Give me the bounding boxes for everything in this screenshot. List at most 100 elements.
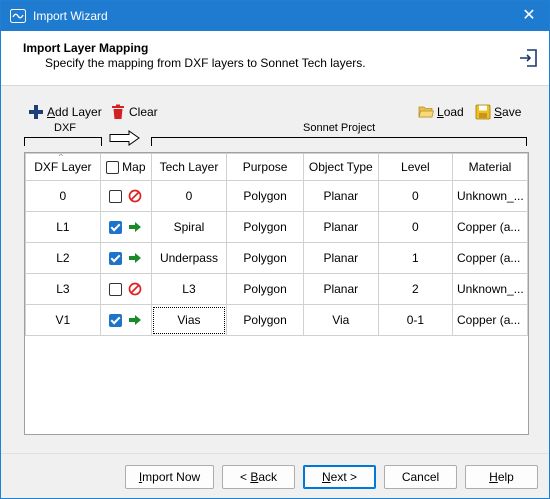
cell-object-type[interactable]: Planar [302,180,379,212]
cell-material[interactable]: Copper (a... [452,304,528,336]
exit-icon[interactable] [519,48,539,68]
table-row[interactable]: L1 Spiral Polygon Planar 0 Copper (a... [25,211,528,243]
cell-map[interactable] [99,242,152,274]
app-icon [10,9,26,23]
footer-separator [1,453,549,454]
column-header-tech-layer[interactable]: Tech Layer [150,153,228,181]
back-button[interactable]: < Back [222,465,295,489]
mapped-arrow-icon [129,222,142,232]
map-cell-content [101,306,150,335]
cell-purpose[interactable]: Polygon [226,180,304,212]
trash-icon [112,104,124,119]
cell-purpose[interactable]: Polygon [226,273,304,305]
add-layer-button[interactable]: Add Layer [28,103,102,121]
cell-dxf-layer[interactable]: L2 [25,242,101,274]
map-cell-content [101,244,150,273]
load-label: Load [437,105,464,119]
column-header-dxf-layer[interactable]: ^ DXF Layer [25,153,101,181]
column-header-object-type[interactable]: Object Type [302,153,379,181]
add-layer-label: Add Layer [47,105,102,119]
load-button[interactable]: Load [418,103,464,121]
map-checkbox[interactable] [109,220,123,234]
cell-purpose[interactable]: Polygon [226,304,304,336]
save-icon [475,104,491,120]
cell-purpose[interactable]: Polygon [226,211,304,243]
mapping-arrow-icon [109,130,140,146]
map-cell-content [101,275,150,304]
sonnet-group-label: Sonnet Project [303,122,376,134]
cell-purpose[interactable]: Polygon [226,242,304,274]
cell-level[interactable]: 1 [377,242,454,274]
cell-object-type[interactable]: Via [302,304,379,336]
help-button[interactable]: Help [465,465,538,489]
column-header-purpose[interactable]: Purpose [226,153,304,181]
sort-indicator-icon: ^ [59,153,63,162]
map-cell-content [101,182,150,211]
folder-open-icon [418,106,434,118]
layer-mapping-grid: ^ DXF Layer Map Tech Layer Purpose Objec… [24,152,529,435]
import-now-button[interactable]: Import Now [125,465,214,489]
column-header-level[interactable]: Level [377,153,454,181]
mapped-arrow-icon [129,253,142,263]
cell-map[interactable] [99,273,152,305]
cell-material[interactable]: Unknown_... [452,180,528,212]
map-checkbox[interactable] [109,282,123,296]
page-subtitle: Specify the mapping from DXF layers to S… [45,56,366,70]
cell-dxf-layer[interactable]: 0 [25,180,101,212]
cell-map[interactable] [99,211,152,243]
map-checkbox[interactable] [109,251,123,265]
cell-object-type[interactable]: Planar [302,211,379,243]
cell-tech-layer[interactable]: Vias [150,304,228,336]
wizard-header: Import Layer Mapping Specify the mapping… [1,31,549,86]
plus-icon [29,105,43,119]
column-header-map[interactable]: Map [99,153,152,181]
table-row[interactable]: L2 Underpass Polygon Planar 1 Copper (a... [25,242,528,274]
import-wizard-window: Import Wizard ✕ Import Layer Mapping Spe… [0,0,550,499]
cell-level[interactable]: 0 [377,180,454,212]
mapped-arrow-icon [129,315,142,325]
not-mapped-icon [128,282,142,296]
cell-tech-layer[interactable]: Underpass [150,242,228,274]
map-header-label: Map [122,159,146,174]
dxf-group-label: DXF [54,122,76,134]
cell-dxf-layer[interactable]: L1 [25,211,101,243]
cell-dxf-layer[interactable]: L3 [25,273,101,305]
cell-map[interactable] [99,180,152,212]
cell-map[interactable] [99,304,152,336]
dxf-bracket [24,137,102,146]
title-bar: Import Wizard ✕ [1,1,549,31]
sonnet-bracket [151,137,527,146]
map-cell-content [101,213,150,242]
cell-material[interactable]: Unknown_... [452,273,528,305]
cell-material[interactable]: Copper (a... [452,242,528,274]
cancel-button[interactable]: Cancel [384,465,457,489]
cell-tech-layer[interactable]: Spiral [150,211,228,243]
window-title: Import Wizard [33,9,108,23]
cell-object-type[interactable]: Planar [302,242,379,274]
map-all-checkbox[interactable] [105,161,119,175]
next-button[interactable]: Next > [303,465,376,489]
page-title: Import Layer Mapping [23,41,149,55]
map-checkbox[interactable] [109,189,123,203]
table-row[interactable]: L3 L3 Polygon Planar 2 Unknown_... [25,273,528,305]
clear-label: Clear [129,105,158,119]
cell-dxf-layer[interactable]: V1 [25,304,101,336]
save-label: Save [494,105,522,119]
table-header-row: ^ DXF Layer Map Tech Layer Purpose Objec… [25,153,528,181]
save-button[interactable]: Save [475,103,521,121]
clear-button[interactable]: Clear [110,103,158,121]
layer-table: ^ DXF Layer Map Tech Layer Purpose Objec… [25,153,528,336]
cell-level[interactable]: 0 [377,211,454,243]
column-header-material[interactable]: Material [452,153,528,181]
table-row[interactable]: 0 0 Polygon Planar 0 Unknown_... [25,180,528,212]
table-row[interactable]: V1 Vias Polygon Via 0-1 Copper (a... [25,304,528,336]
cell-level[interactable]: 0-1 [377,304,454,336]
cell-material[interactable]: Copper (a... [452,211,528,243]
not-mapped-icon [128,189,142,203]
cell-tech-layer[interactable]: L3 [150,273,228,305]
close-icon[interactable]: ✕ [509,1,549,31]
cell-level[interactable]: 2 [377,273,454,305]
map-checkbox[interactable] [109,313,123,327]
cell-object-type[interactable]: Planar [302,273,379,305]
cell-tech-layer[interactable]: 0 [150,180,228,212]
